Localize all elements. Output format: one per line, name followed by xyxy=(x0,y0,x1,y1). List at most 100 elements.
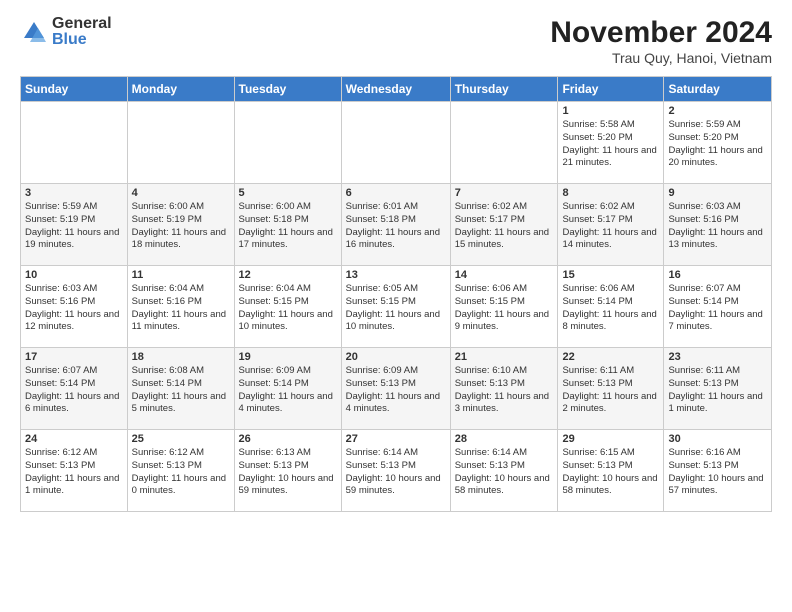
calendar-header: SundayMondayTuesdayWednesdayThursdayFrid… xyxy=(21,77,772,102)
calendar-cell: 16 Sunrise: 6:07 AM Sunset: 5:14 PM Dayli… xyxy=(664,266,772,348)
day-number: 26 xyxy=(239,433,337,445)
day-number: 9 xyxy=(668,187,767,199)
day-number: 16 xyxy=(668,269,767,281)
logo: General Blue xyxy=(20,16,112,48)
calendar-cell: 14 Sunrise: 6:06 AM Sunset: 5:15 PM Dayli… xyxy=(450,266,558,348)
calendar-week-2: 3Sunrise: 5:59 AM Sunset: 5:19 PM Daylig… xyxy=(21,184,772,266)
calendar-cell xyxy=(127,102,234,184)
title-block: November 2024 Trau Quy, Hanoi, Vietnam xyxy=(550,16,772,66)
day-info: Sunrise: 5:59 AM Sunset: 5:20 PM Dayligh… xyxy=(668,119,767,170)
calendar-cell: 28 Sunrise: 6:14 AM Sunset: 5:13 PM Dayli… xyxy=(450,430,558,512)
day-number: 27 xyxy=(346,433,446,445)
day-info: Sunrise: 6:07 AM Sunset: 5:14 PM Dayligh… xyxy=(668,283,767,334)
day-number: 4 xyxy=(132,187,230,199)
calendar-body: 1 Sunrise: 5:58 AM Sunset: 5:20 PM Daylig… xyxy=(21,102,772,512)
day-info: Sunrise: 6:01 AM Sunset: 5:18 PM Dayligh… xyxy=(346,201,446,252)
header-row: SundayMondayTuesdayWednesdayThursdayFrid… xyxy=(21,77,772,102)
day-info: Sunrise: 6:02 AM Sunset: 5:17 PM Dayligh… xyxy=(562,201,659,252)
day-info: Sunrise: 6:14 AM Sunset: 5:13 PM Dayligh… xyxy=(455,447,554,498)
day-number: 15 xyxy=(562,269,659,281)
day-info: Sunrise: 6:12 AM Sunset: 5:13 PM Dayligh… xyxy=(25,447,123,498)
day-number: 11 xyxy=(132,269,230,281)
day-number: 12 xyxy=(239,269,337,281)
calendar-cell: 6 Sunrise: 6:01 AM Sunset: 5:18 PM Daylig… xyxy=(341,184,450,266)
day-number: 3 xyxy=(25,187,123,199)
day-info: Sunrise: 6:00 AM Sunset: 5:18 PM Dayligh… xyxy=(239,201,337,252)
day-info: Sunrise: 6:08 AM Sunset: 5:14 PM Dayligh… xyxy=(132,365,230,416)
day-info: Sunrise: 6:07 AM Sunset: 5:14 PM Dayligh… xyxy=(25,365,123,416)
header-day-tuesday: Tuesday xyxy=(234,77,341,102)
header-day-wednesday: Wednesday xyxy=(341,77,450,102)
day-number: 24 xyxy=(25,433,123,445)
day-info: Sunrise: 6:12 AM Sunset: 5:13 PM Dayligh… xyxy=(132,447,230,498)
calendar-cell xyxy=(234,102,341,184)
day-number: 29 xyxy=(562,433,659,445)
logo-text: General Blue xyxy=(52,16,112,48)
day-number: 13 xyxy=(346,269,446,281)
day-number: 23 xyxy=(668,351,767,363)
calendar-cell: 30Sunrise: 6:16 AM Sunset: 5:13 PM Dayli… xyxy=(664,430,772,512)
day-number: 6 xyxy=(346,187,446,199)
day-number: 1 xyxy=(562,105,659,117)
calendar-cell: 1 Sunrise: 5:58 AM Sunset: 5:20 PM Daylig… xyxy=(558,102,664,184)
day-info: Sunrise: 6:15 AM Sunset: 5:13 PM Dayligh… xyxy=(562,447,659,498)
header: General Blue November 2024 Trau Quy, Han… xyxy=(20,16,772,66)
calendar-cell: 27Sunrise: 6:14 AM Sunset: 5:13 PM Dayli… xyxy=(341,430,450,512)
header-day-thursday: Thursday xyxy=(450,77,558,102)
day-info: Sunrise: 6:06 AM Sunset: 5:15 PM Dayligh… xyxy=(455,283,554,334)
day-number: 25 xyxy=(132,433,230,445)
calendar-cell: 4 Sunrise: 6:00 AM Sunset: 5:19 PM Daylig… xyxy=(127,184,234,266)
day-number: 14 xyxy=(455,269,554,281)
day-info: Sunrise: 6:05 AM Sunset: 5:15 PM Dayligh… xyxy=(346,283,446,334)
day-info: Sunrise: 6:04 AM Sunset: 5:16 PM Dayligh… xyxy=(132,283,230,334)
day-number: 20 xyxy=(346,351,446,363)
calendar-cell: 24 Sunrise: 6:12 AM Sunset: 5:13 PM Dayli… xyxy=(21,430,128,512)
calendar-cell: 2 Sunrise: 5:59 AM Sunset: 5:20 PM Daylig… xyxy=(664,102,772,184)
day-number: 18 xyxy=(132,351,230,363)
calendar-table: SundayMondayTuesdayWednesdayThursdayFrid… xyxy=(20,76,772,512)
day-number: 5 xyxy=(239,187,337,199)
day-number: 19 xyxy=(239,351,337,363)
calendar-cell: 11 Sunrise: 6:04 AM Sunset: 5:16 PM Dayli… xyxy=(127,266,234,348)
calendar-cell: 26 Sunrise: 6:13 AM Sunset: 5:13 PM Dayli… xyxy=(234,430,341,512)
calendar-cell: 25 Sunrise: 6:12 AM Sunset: 5:13 PM Dayli… xyxy=(127,430,234,512)
day-info: Sunrise: 6:06 AM Sunset: 5:14 PM Dayligh… xyxy=(562,283,659,334)
logo-general: General xyxy=(52,16,112,32)
day-info: Sunrise: 6:09 AM Sunset: 5:13 PM Dayligh… xyxy=(346,365,446,416)
day-number: 7 xyxy=(455,187,554,199)
day-info: Sunrise: 6:13 AM Sunset: 5:13 PM Dayligh… xyxy=(239,447,337,498)
day-info: Sunrise: 6:03 AM Sunset: 5:16 PM Dayligh… xyxy=(668,201,767,252)
calendar-cell: 17 Sunrise: 6:07 AM Sunset: 5:14 PM Dayli… xyxy=(21,348,128,430)
calendar-cell xyxy=(450,102,558,184)
logo-blue: Blue xyxy=(52,32,112,48)
header-day-sunday: Sunday xyxy=(21,77,128,102)
calendar-subtitle: Trau Quy, Hanoi, Vietnam xyxy=(550,50,772,66)
calendar-cell: 10Sunrise: 6:03 AM Sunset: 5:16 PM Dayli… xyxy=(21,266,128,348)
calendar-cell: 9 Sunrise: 6:03 AM Sunset: 5:16 PM Daylig… xyxy=(664,184,772,266)
calendar-cell xyxy=(21,102,128,184)
calendar-cell: 8 Sunrise: 6:02 AM Sunset: 5:17 PM Daylig… xyxy=(558,184,664,266)
day-info: Sunrise: 5:58 AM Sunset: 5:20 PM Dayligh… xyxy=(562,119,659,170)
day-info: Sunrise: 6:04 AM Sunset: 5:15 PM Dayligh… xyxy=(239,283,337,334)
day-number: 28 xyxy=(455,433,554,445)
calendar-cell xyxy=(341,102,450,184)
calendar-cell: 22Sunrise: 6:11 AM Sunset: 5:13 PM Dayli… xyxy=(558,348,664,430)
day-number: 8 xyxy=(562,187,659,199)
calendar-cell: 29 Sunrise: 6:15 AM Sunset: 5:13 PM Dayli… xyxy=(558,430,664,512)
header-day-monday: Monday xyxy=(127,77,234,102)
calendar-cell: 19 Sunrise: 6:09 AM Sunset: 5:14 PM Dayli… xyxy=(234,348,341,430)
day-info: Sunrise: 6:10 AM Sunset: 5:13 PM Dayligh… xyxy=(455,365,554,416)
day-info: Sunrise: 6:11 AM Sunset: 5:13 PM Dayligh… xyxy=(668,365,767,416)
day-number: 21 xyxy=(455,351,554,363)
day-info: Sunrise: 6:11 AM Sunset: 5:13 PM Dayligh… xyxy=(562,365,659,416)
day-info: Sunrise: 6:16 AM Sunset: 5:13 PM Dayligh… xyxy=(668,447,767,498)
day-info: Sunrise: 6:09 AM Sunset: 5:14 PM Dayligh… xyxy=(239,365,337,416)
calendar-cell: 5 Sunrise: 6:00 AM Sunset: 5:18 PM Daylig… xyxy=(234,184,341,266)
calendar-cell: 15 Sunrise: 6:06 AM Sunset: 5:14 PM Dayli… xyxy=(558,266,664,348)
day-info: Sunrise: 6:03 AM Sunset: 5:16 PM Dayligh… xyxy=(25,283,123,334)
day-info: Sunrise: 6:00 AM Sunset: 5:19 PM Dayligh… xyxy=(132,201,230,252)
day-number: 2 xyxy=(668,105,767,117)
calendar-title: November 2024 xyxy=(550,16,772,50)
calendar-cell: 23 Sunrise: 6:11 AM Sunset: 5:13 PM Dayli… xyxy=(664,348,772,430)
day-number: 17 xyxy=(25,351,123,363)
